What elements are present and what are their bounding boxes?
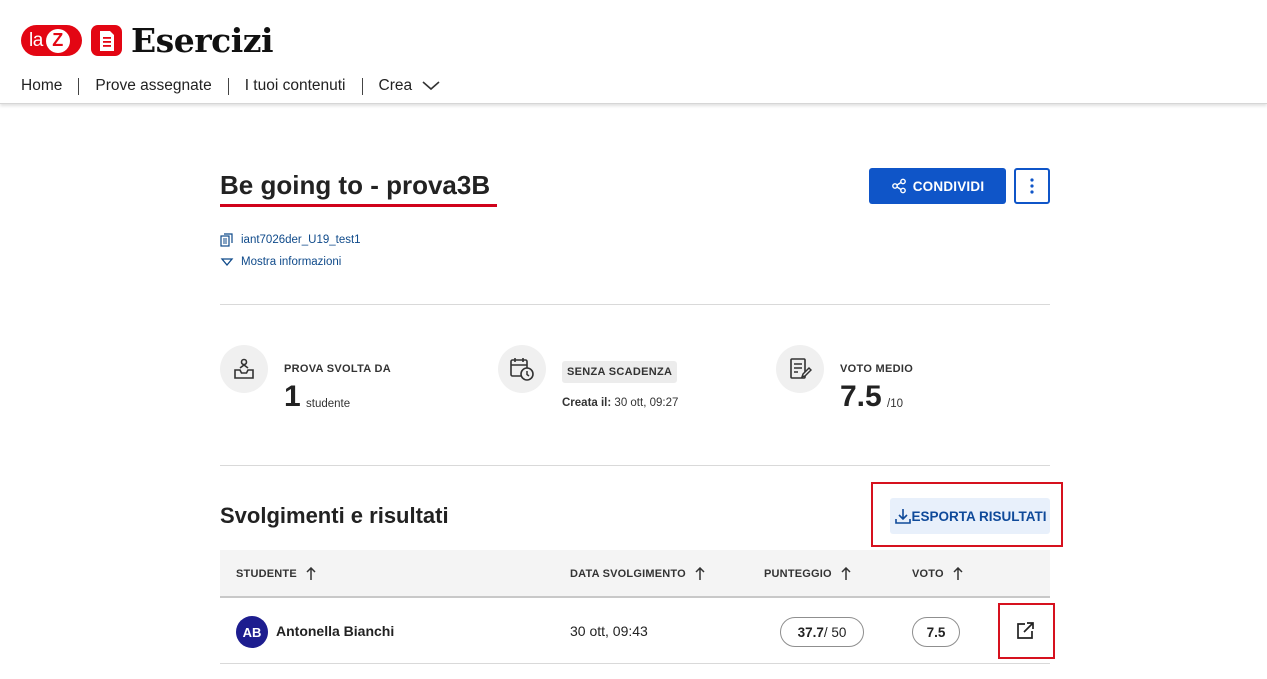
done-count: 1 bbox=[284, 380, 301, 413]
score-pill: 37.7 / 50 bbox=[780, 617, 864, 647]
highlight-export bbox=[871, 482, 1063, 547]
test-code: iant7026der_U19_test1 bbox=[241, 234, 361, 246]
nav-item-crea-label: Crea bbox=[378, 77, 413, 94]
divider bbox=[220, 304, 1050, 305]
column-header-score[interactable]: PUNTEGGIO bbox=[764, 550, 851, 598]
share-button-label: CONDIVIDI bbox=[912, 178, 985, 194]
chevron-down-icon bbox=[422, 81, 440, 91]
zanichelli-logo: la Z bbox=[21, 25, 82, 56]
grade-value: 7.5 bbox=[926, 624, 946, 640]
divider bbox=[220, 465, 1050, 466]
created-info: Creata il: 30 ott, 09:27 bbox=[562, 397, 678, 409]
created-label: Creata il: bbox=[562, 397, 612, 409]
nav-item-crea[interactable]: Crea bbox=[379, 76, 441, 96]
done-by-label: PROVA SVOLTA DA bbox=[284, 363, 391, 375]
grade-sheet-icon bbox=[776, 345, 824, 393]
column-header-student-label: STUDENTE bbox=[236, 568, 297, 580]
logo-z-text: Z bbox=[45, 28, 70, 53]
main-nav: Home Prove assegnate I tuoi contenuti Cr… bbox=[21, 76, 440, 96]
sort-arrow-up-icon bbox=[306, 567, 316, 580]
nav-item-prove-assegnate[interactable]: Prove assegnate bbox=[95, 76, 211, 96]
sort-arrow-up-icon bbox=[953, 567, 963, 580]
score-value: 37.7 bbox=[797, 624, 824, 640]
no-deadline-badge: SENZA SCADENZA bbox=[562, 361, 678, 383]
results-table-header: STUDENTE DATA SVOLGIMENTO PUNTEGGIO VOTO bbox=[220, 550, 1050, 598]
avatar: AB bbox=[236, 616, 268, 648]
completion-date: 30 ott, 09:43 bbox=[570, 623, 648, 639]
calendar-clock-icon bbox=[498, 345, 546, 393]
done-unit: studente bbox=[306, 398, 351, 410]
grade-pill: 7.5 bbox=[912, 617, 960, 647]
share-button[interactable]: CONDIVIDI bbox=[869, 168, 1006, 204]
sort-arrow-up-icon bbox=[841, 567, 851, 580]
logo-la-text: la bbox=[29, 29, 43, 51]
column-header-date-label: DATA SVOLGIMENTO bbox=[570, 568, 686, 580]
column-header-date[interactable]: DATA SVOLGIMENTO bbox=[570, 550, 705, 598]
nav-separator bbox=[78, 77, 80, 95]
nav-item-tuoi-contenuti[interactable]: I tuoi contenuti bbox=[245, 76, 346, 96]
table-row[interactable]: AB Antonella Bianchi 30 ott, 09:43 37.7 … bbox=[220, 600, 1050, 664]
score-max: / 50 bbox=[823, 624, 847, 640]
app-title: Esercizi bbox=[131, 21, 274, 60]
column-header-grade[interactable]: VOTO bbox=[912, 550, 963, 598]
results-section-title: Svolgimenti e risultati bbox=[220, 503, 449, 528]
triangle-down-icon bbox=[220, 258, 234, 267]
avg-grade-value: 7.5 bbox=[840, 380, 882, 413]
column-header-student[interactable]: STUDENTE bbox=[236, 550, 316, 598]
student-name: Antonella Bianchi bbox=[276, 623, 395, 639]
nav-separator bbox=[361, 77, 363, 95]
app-header: la Z Esercizi Home Prove assegnate I tuo… bbox=[0, 0, 1267, 104]
kebab-menu-icon bbox=[1030, 178, 1034, 194]
avg-grade-label: VOTO MEDIO bbox=[840, 363, 914, 375]
highlight-open bbox=[998, 603, 1055, 659]
nav-item-home[interactable]: Home bbox=[21, 76, 62, 96]
document-icon bbox=[91, 25, 122, 56]
column-header-score-label: PUNTEGGIO bbox=[764, 568, 832, 580]
test-code-row: iant7026der_U19_test1 bbox=[220, 233, 361, 247]
title-underline bbox=[220, 204, 497, 207]
nav-separator bbox=[227, 77, 229, 95]
column-header-grade-label: VOTO bbox=[912, 568, 944, 580]
more-options-button[interactable] bbox=[1014, 168, 1050, 204]
copy-document-icon bbox=[220, 233, 233, 247]
share-icon bbox=[891, 178, 906, 194]
sort-arrow-up-icon bbox=[695, 567, 705, 580]
show-info-label: Mostra informazioni bbox=[241, 256, 342, 268]
app-logo[interactable]: la Z Esercizi bbox=[21, 21, 274, 60]
show-info-toggle[interactable]: Mostra informazioni bbox=[220, 256, 341, 268]
avg-grade-max: /10 bbox=[887, 398, 903, 410]
student-inbox-icon bbox=[220, 345, 268, 393]
page-title: Be going to - prova3B bbox=[220, 170, 491, 200]
created-value: 30 ott, 09:27 bbox=[614, 397, 679, 409]
